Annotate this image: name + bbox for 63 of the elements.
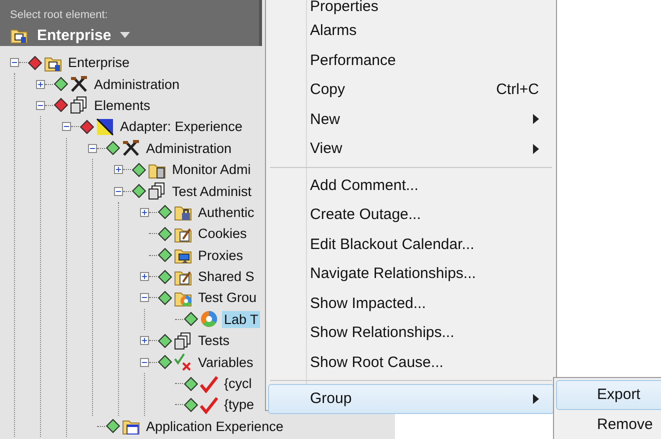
menu-item[interactable]: View [268, 134, 554, 164]
check-icon [200, 374, 218, 393]
tree-item[interactable]: Authentic [196, 204, 256, 221]
tree-item[interactable]: Cookies [196, 225, 249, 242]
tree-item[interactable]: Enterprise [66, 54, 132, 72]
collapse-toggle[interactable] [10, 58, 19, 68]
menu-item[interactable]: Remove [556, 410, 661, 439]
tree-item[interactable]: Proxies [196, 246, 246, 264]
expand-toggle[interactable] [140, 208, 149, 217]
menu-item[interactable]: Copy Ctrl+C [268, 75, 554, 104]
tools-icon [70, 75, 88, 94]
tree-item[interactable]: Test Administ [170, 182, 254, 200]
expand-toggle[interactable] [140, 336, 149, 346]
expand-toggle[interactable] [140, 272, 149, 282]
collapse-toggle[interactable] [36, 100, 45, 110]
menu-item[interactable]: Group [268, 384, 554, 414]
submenu-arrow-icon [533, 114, 539, 124]
tree-item[interactable]: Lab T [222, 310, 260, 328]
stack-icon [70, 96, 88, 114]
tree-item[interactable]: Administration [92, 76, 182, 93]
ball-icon [200, 310, 218, 328]
tree-item[interactable]: Monitor Admi [170, 161, 253, 178]
stack-icon [174, 332, 192, 350]
check-icon [200, 396, 218, 414]
collapse-toggle[interactable] [140, 293, 149, 302]
shortcut-label: Ctrl+C [496, 81, 539, 98]
menu-item[interactable]: Navigate Relationships... [268, 259, 554, 288]
tools-icon [122, 139, 140, 158]
menu-item[interactable]: Add Comment... [268, 170, 554, 200]
tree-item[interactable]: Elements [92, 96, 152, 114]
menu-item[interactable]: New [268, 104, 554, 134]
collapse-toggle[interactable] [88, 144, 97, 153]
collapse-toggle[interactable] [140, 358, 149, 367]
tree-item[interactable]: {type [222, 396, 256, 414]
tree-item[interactable]: Adapter: Experience [118, 118, 244, 136]
menu-item[interactable]: Show Relationships... [268, 318, 554, 348]
collapse-toggle[interactable] [62, 122, 71, 132]
tree-item[interactable]: Test Grou [196, 289, 259, 306]
tree-item[interactable]: Administration [144, 140, 234, 157]
collapse-toggle[interactable] [114, 186, 123, 196]
expand-toggle[interactable] [36, 80, 45, 89]
tree-item[interactable]: Shared S [196, 268, 256, 286]
tree-item[interactable]: {cycl [222, 375, 254, 392]
adapter-icon [96, 118, 114, 136]
menu-item[interactable]: Show Impacted... [268, 288, 554, 318]
tree-item[interactable]: Application Experience [144, 418, 286, 435]
tree-item[interactable]: Variables [196, 354, 256, 371]
menu-item[interactable]: Export [556, 380, 661, 410]
stack-icon [148, 182, 166, 200]
submenu-arrow-icon [533, 394, 539, 404]
menu-item[interactable]: Properties [268, 0, 554, 16]
check-cross-icon [174, 353, 192, 372]
menu-item[interactable]: Create Outage... [268, 200, 554, 230]
menu-item[interactable]: Show Root Cause... [268, 348, 554, 377]
tree-item[interactable]: Tests [196, 332, 232, 350]
header-label: Select root element: [10, 9, 108, 21]
menu-item[interactable]: Edit Blackout Calendar... [268, 230, 554, 259]
root-selector[interactable]: Enterprise [37, 26, 112, 44]
menu-item[interactable]: Alarms [268, 16, 554, 46]
submenu-arrow-icon [533, 144, 539, 154]
dropdown-caret-icon[interactable] [120, 32, 130, 38]
expand-toggle[interactable] [114, 165, 123, 174]
menu-item[interactable]: Performance [268, 46, 554, 75]
